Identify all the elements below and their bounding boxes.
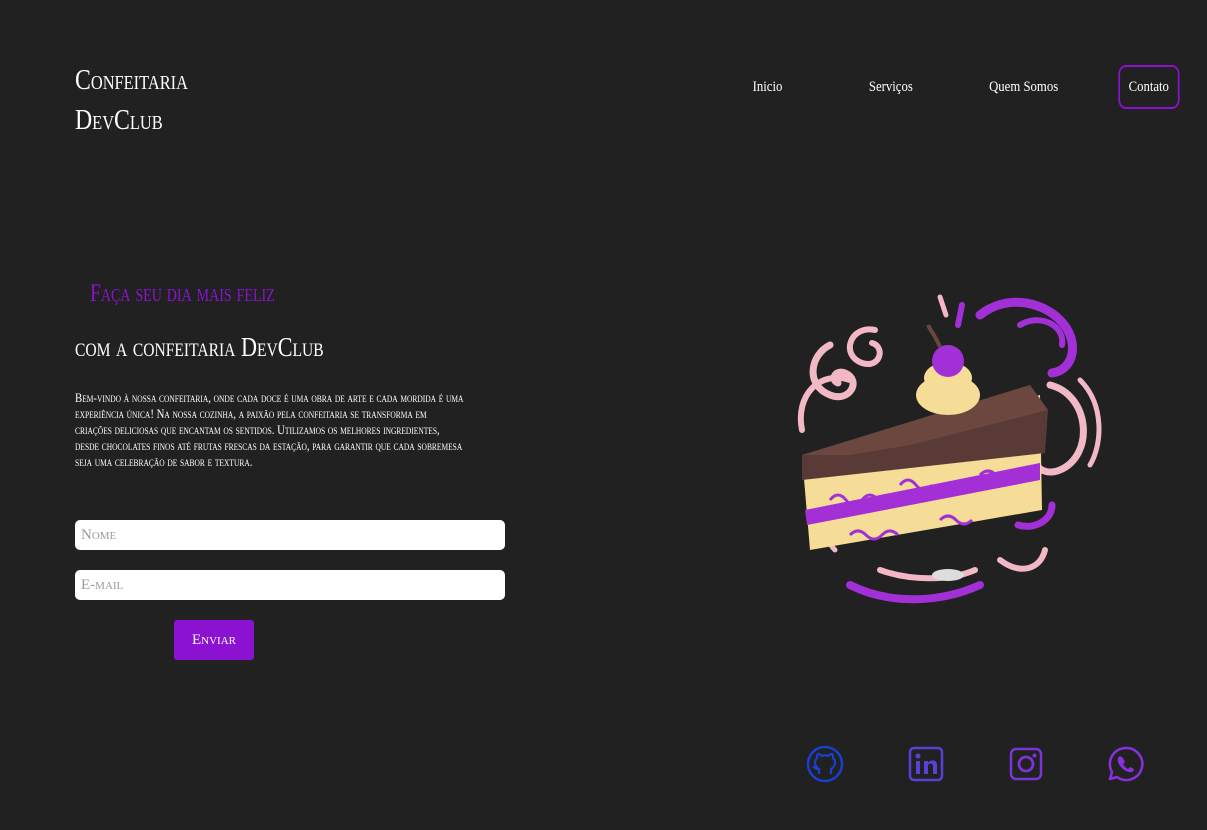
nav-link-inicio[interactable]: Inicio (753, 65, 783, 109)
hero-intro: Bem-vindo à nossa confeitaria, onde cada… (75, 390, 464, 469)
github-icon[interactable] (805, 744, 845, 784)
nav-link-contato[interactable]: Contato (1118, 65, 1180, 109)
cake-illustration (797, 294, 1102, 604)
brand-line-1: Confeitaria (75, 64, 188, 96)
instagram-icon[interactable] (1006, 744, 1046, 784)
main-nav: Inicio Serviços Quem Somos Contato (690, 65, 1180, 109)
brand-line-2: DevClub (75, 104, 163, 136)
linkedin-icon[interactable] (906, 744, 946, 784)
brand-logo: Confeitaria DevClub (75, 60, 188, 140)
hero-headline: com a confeitaria DevClub (75, 332, 324, 362)
send-button[interactable]: Enviar (174, 620, 254, 660)
hero-tagline: Faça seu dia mais feliz (90, 280, 275, 307)
nav-link-servicos[interactable]: Serviços (869, 65, 913, 109)
whatsapp-icon[interactable] (1106, 744, 1146, 784)
email-input[interactable] (75, 570, 505, 600)
nav-link-quem-somos[interactable]: Quem Somos (989, 65, 1058, 109)
name-input[interactable] (75, 520, 505, 550)
